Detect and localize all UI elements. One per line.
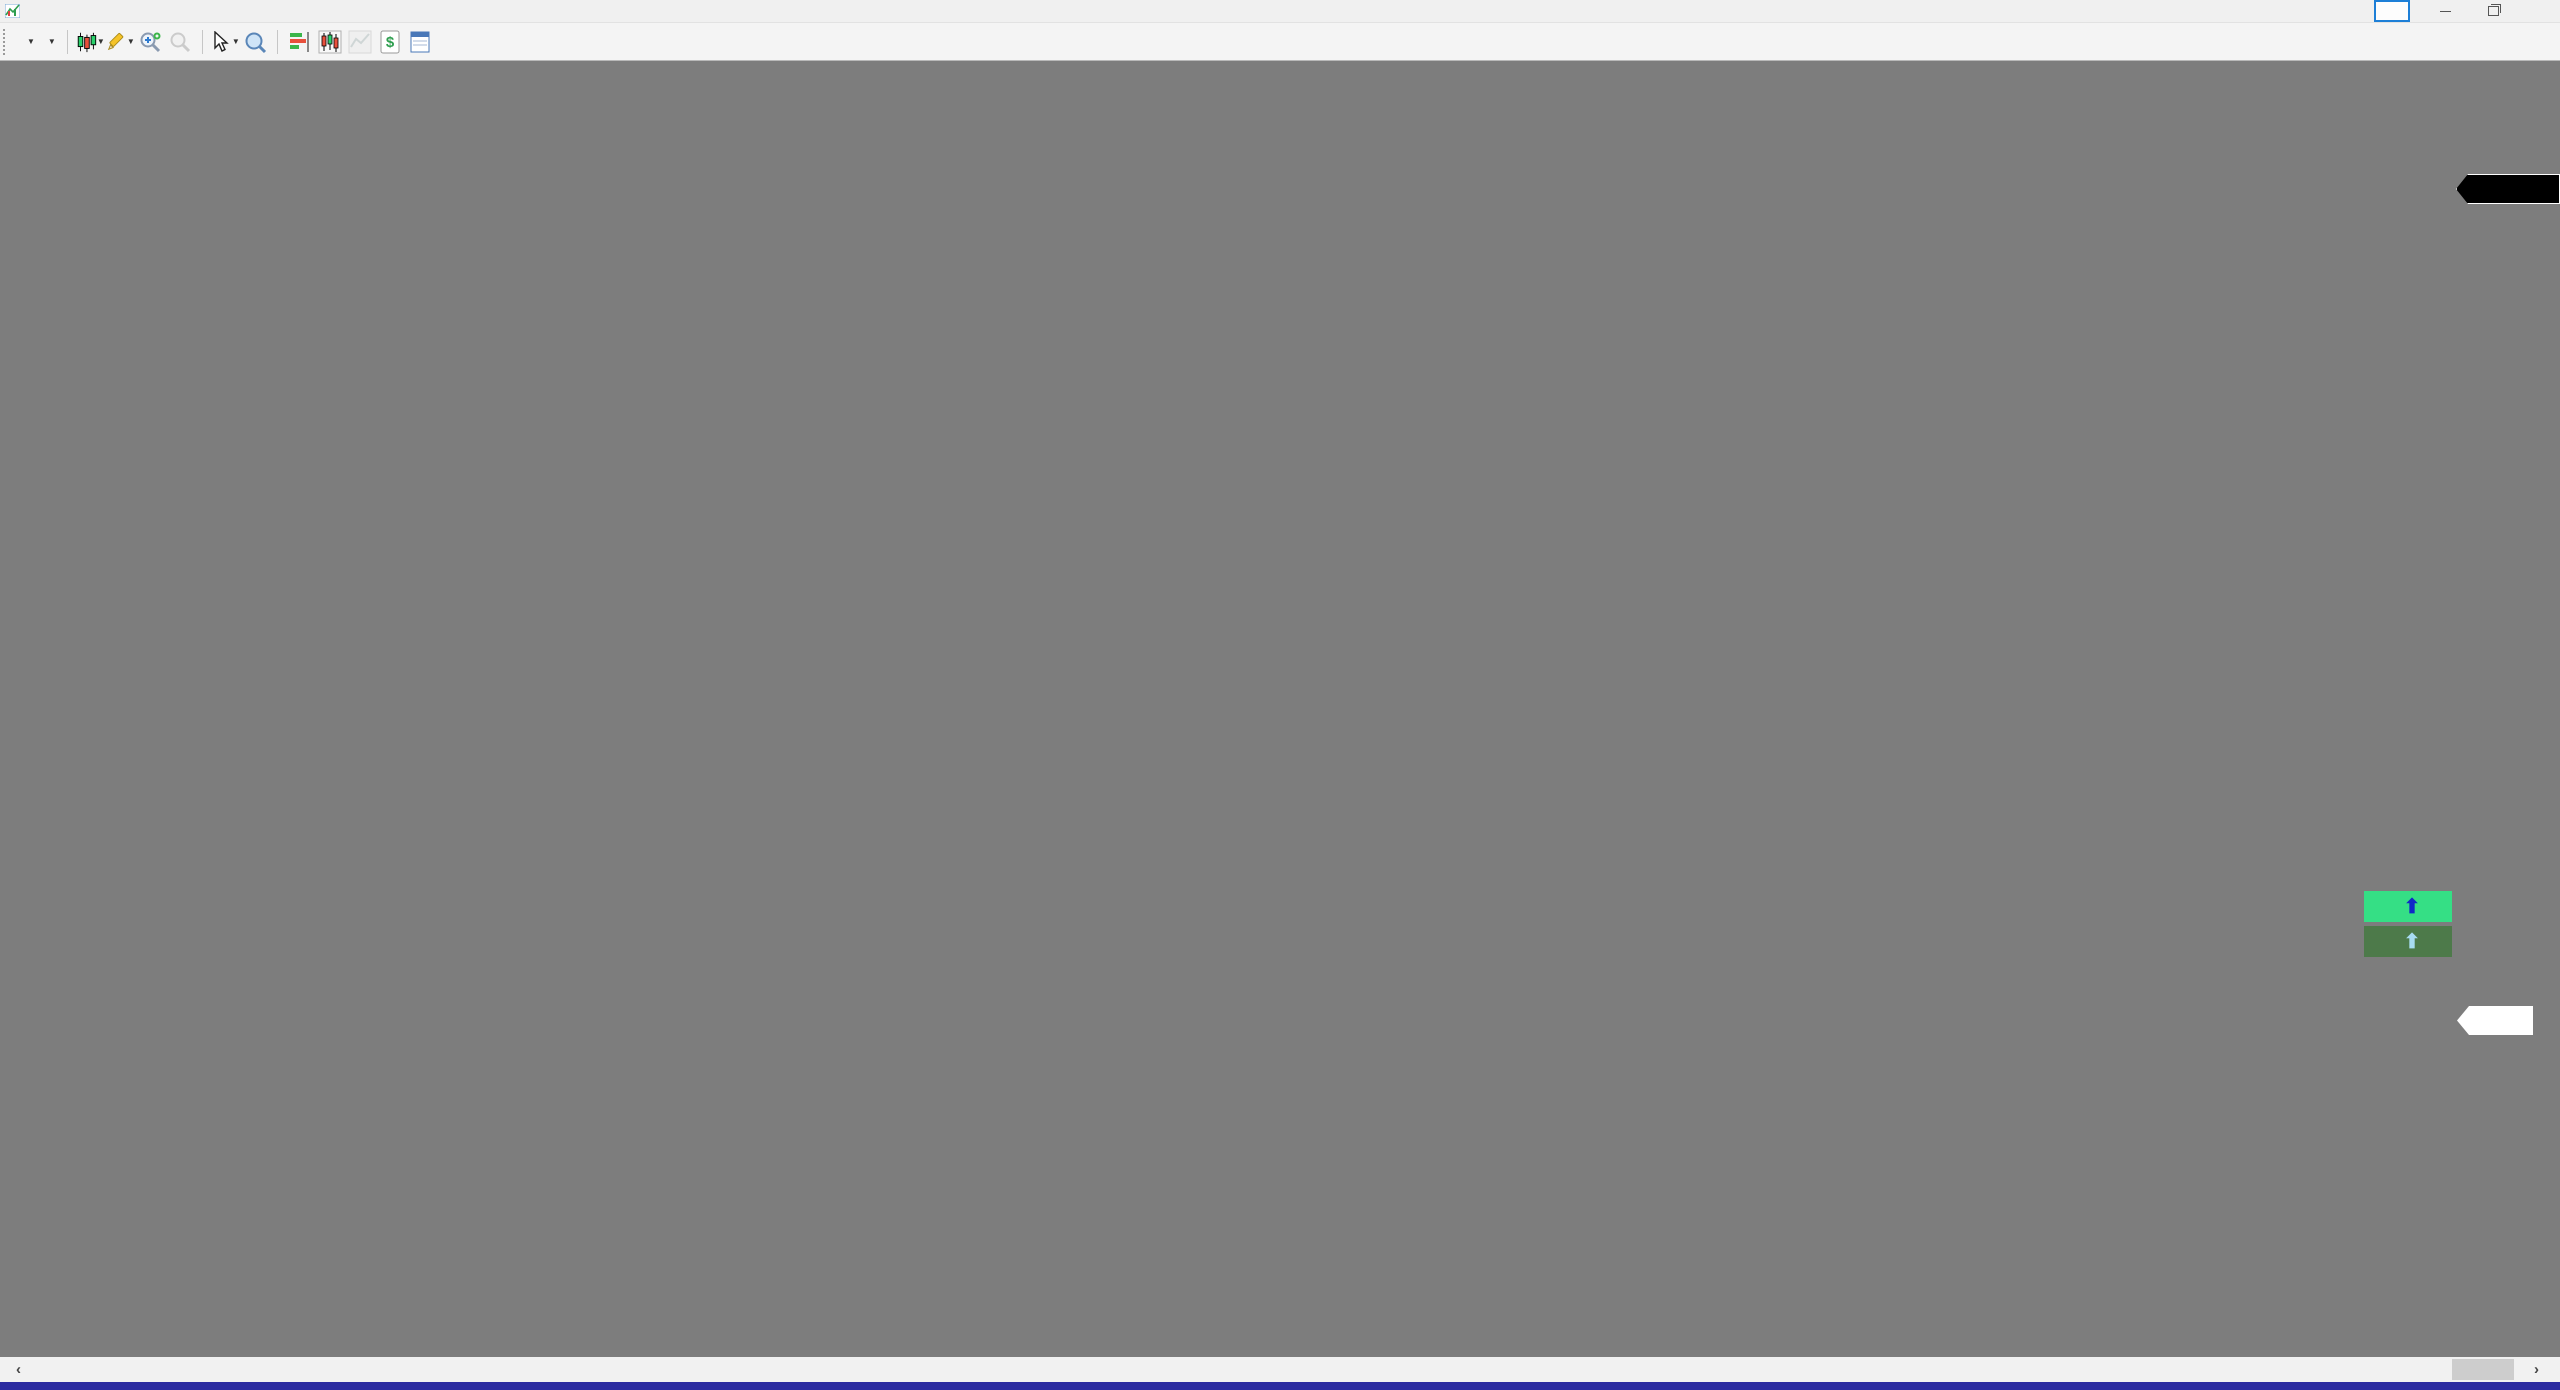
indicator-value-tag — [2457, 1006, 2533, 1035]
zoom-in-button[interactable] — [135, 28, 165, 56]
instrument-selector[interactable]: ▼ — [18, 34, 39, 49]
scrollbar-thumb[interactable] — [2452, 1359, 2514, 1380]
minimize-button[interactable] — [2432, 2, 2458, 20]
toolbar-separator — [67, 30, 68, 54]
up-arrow-icon: ⬆ — [2404, 929, 2421, 954]
taskbar-edge-strip — [0, 1382, 2560, 1390]
up-arrow-icon: ⬆ — [2404, 894, 2421, 919]
scroll-left-icon[interactable]: ‹ — [16, 1361, 21, 1378]
chevron-down-icon: ▼ — [27, 37, 35, 46]
data-box-icon — [243, 30, 267, 54]
toolbar-grip[interactable] — [3, 29, 12, 55]
close-button[interactable] — [2528, 2, 2554, 20]
zoom-in-icon — [138, 30, 162, 54]
restore-button[interactable] — [2480, 2, 2506, 20]
drawing-tools-button[interactable]: ▼ — [105, 28, 135, 56]
layout-button[interactable] — [2374, 0, 2410, 22]
cursor-icon — [210, 31, 232, 53]
intermediate-divergence-badge: ⬆ — [2364, 926, 2452, 957]
chart-window-icon — [5, 4, 20, 18]
chevron-down-icon: ▼ — [232, 37, 240, 46]
chevron-down-icon: ▼ — [48, 37, 56, 46]
svg-text:$: $ — [386, 34, 395, 51]
market-analyzer-button[interactable] — [285, 28, 315, 56]
market-analyzer-icon — [288, 30, 312, 54]
region-highlight-icon — [348, 30, 372, 54]
chevron-down-icon: ▼ — [127, 37, 135, 46]
panel-properties-icon — [409, 30, 431, 54]
horizontal-scrollbar[interactable]: ‹ › — [0, 1357, 2560, 1382]
zoom-out-button[interactable] — [165, 28, 195, 56]
zoom-out-icon — [168, 30, 192, 54]
drawing-pencil-icon — [105, 30, 127, 54]
chevron-down-icon: ▼ — [97, 37, 105, 46]
chart-plot-area[interactable] — [0, 0, 2560, 1390]
cursor-button[interactable]: ▼ — [210, 28, 240, 56]
chart-toolbar: ▼ ▼ ▼ ▼ — [0, 22, 2560, 61]
last-price-tag — [2456, 174, 2560, 204]
panel-properties-button[interactable] — [405, 28, 435, 56]
minimize-icon — [2440, 11, 2451, 12]
account-dollar-icon: $ — [379, 30, 401, 54]
major-divergence-badge: ⬆ — [2364, 891, 2452, 922]
toolbar-separator — [277, 30, 278, 54]
chart-trader-button[interactable] — [315, 28, 345, 56]
toolbar-separator — [202, 30, 203, 54]
chart-trader-icon — [318, 30, 342, 54]
restore-icon — [2488, 6, 2499, 16]
account-dollar-button[interactable]: $ — [375, 28, 405, 56]
interval-selector[interactable]: ▼ — [39, 34, 60, 49]
ninjatrader-chart-window: ▼ ▼ ▼ ▼ — [0, 0, 2560, 1390]
scroll-right-icon[interactable]: › — [2534, 1361, 2539, 1378]
bar-style-button[interactable]: ▼ — [75, 28, 105, 56]
region-highlight-button[interactable] — [345, 28, 375, 56]
bar-style-icon — [75, 30, 97, 54]
title-bar[interactable] — [0, 0, 2560, 22]
data-box-button[interactable] — [240, 28, 270, 56]
